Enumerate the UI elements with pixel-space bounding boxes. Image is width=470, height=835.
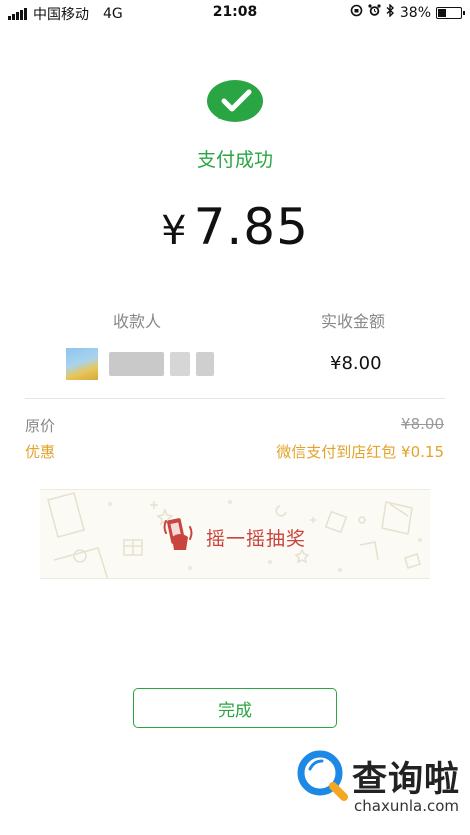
watermark-name: 查询啦 <box>352 760 461 800</box>
alarm-icon <box>368 4 381 21</box>
paid-amount: ¥7.85 <box>0 198 470 256</box>
payment-status: 支付成功 <box>196 149 273 171</box>
divider <box>25 398 445 399</box>
magnifier-logo-icon <box>297 750 348 801</box>
currency-symbol: ¥ <box>161 208 188 254</box>
done-button[interactable]: 完成 <box>133 688 337 728</box>
status-bar: 中国移动 4G 21:08 38% <box>0 0 470 26</box>
payee-name-blurred <box>109 352 164 376</box>
discount-label: 优惠 <box>25 443 56 461</box>
payee-avatar <box>66 348 98 380</box>
status-right: 38% <box>350 3 465 21</box>
original-price-label: 原价 <box>25 417 56 435</box>
payee-header: 收款人 <box>113 312 162 331</box>
battery-icon <box>436 6 465 19</box>
rotation-lock-icon <box>350 4 363 21</box>
original-price-value: ¥8.00 <box>401 415 444 433</box>
received-amount: ¥8.00 <box>330 353 382 374</box>
payee-name-blurred <box>170 352 190 376</box>
wechat-pay-success-icon <box>207 80 263 122</box>
lottery-label: 摇一摇抽奖 <box>206 528 307 550</box>
battery-fill <box>438 8 446 17</box>
shake-phone-icon <box>163 518 193 550</box>
watermark-url: chaxunla.com <box>354 797 459 815</box>
received-header: 实收金额 <box>321 312 386 331</box>
payee-name-blurred <box>196 352 214 376</box>
battery-percent: 38% <box>399 4 431 21</box>
discount-value: 微信支付到店红包 ¥0.15 <box>276 443 444 461</box>
shake-lottery-banner[interactable]: 摇一摇抽奖 <box>40 489 430 579</box>
amount-value: 7.85 <box>193 198 309 256</box>
bluetooth-icon <box>386 3 395 21</box>
